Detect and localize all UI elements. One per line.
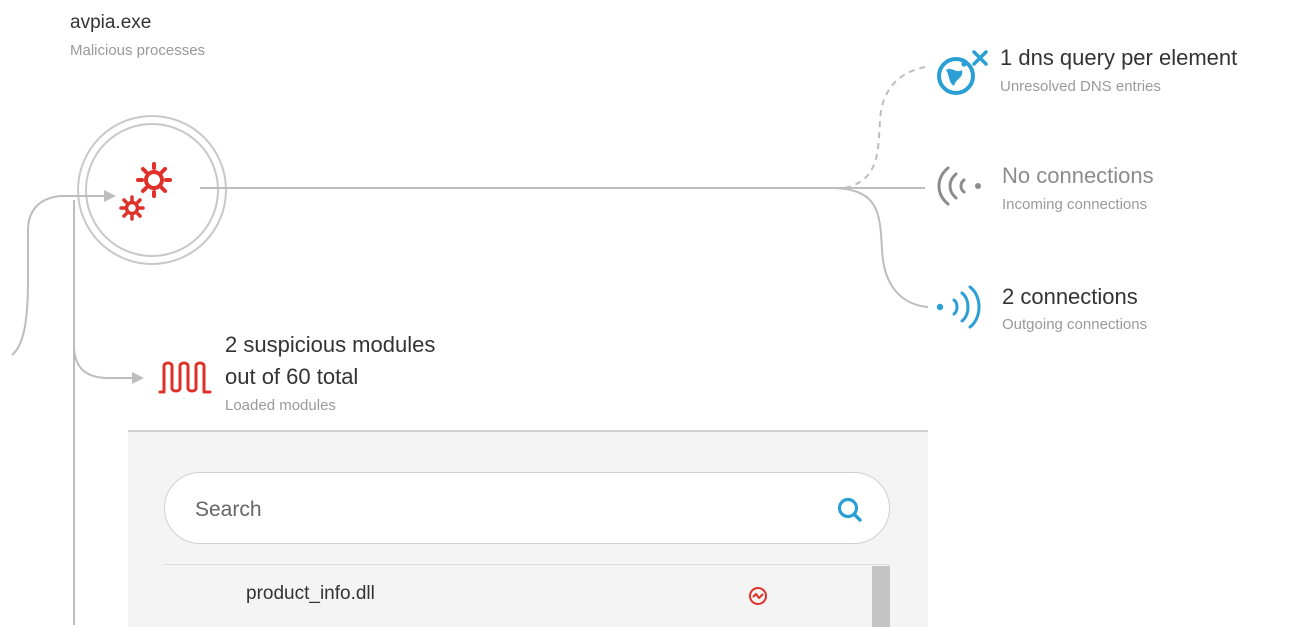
search-box[interactable]: [164, 472, 890, 544]
search-icon[interactable]: [835, 495, 865, 525]
incoming-signal-icon: [937, 166, 981, 206]
gears-icon[interactable]: [112, 158, 184, 230]
module-name: product_info.dll: [246, 583, 375, 604]
modules-panel: product_info.dll: [128, 430, 928, 627]
outgoing-value: 2 connections: [1002, 284, 1138, 309]
modules-label: Loaded modules: [225, 397, 336, 414]
list-divider: [164, 564, 890, 565]
dns-connector-line: [844, 66, 926, 189]
dns-label: Unresolved DNS entries: [1000, 78, 1161, 95]
modules-wave-icon: [158, 361, 212, 394]
dns-value: 1 dns query per element: [1000, 45, 1238, 70]
modules-value-line2: out of 60 total: [225, 364, 359, 389]
outgoing-signal-icon: [936, 285, 981, 329]
list-scrollbar[interactable]: [872, 566, 890, 627]
outgoing-label: Outgoing connections: [1002, 316, 1148, 333]
modules-value-line1: 2 suspicious modules: [225, 332, 436, 357]
parent-connector-line: [11, 195, 104, 356]
process-name: avpia.exe: [70, 12, 152, 33]
incoming-label: Incoming connections: [1002, 196, 1148, 213]
modules-arrow-head: [132, 372, 144, 384]
suspicious-badge-icon: [749, 587, 767, 605]
outgoing-connector-line: [834, 187, 929, 308]
process-category: Malicious processes: [70, 42, 206, 59]
search-input[interactable]: [193, 493, 817, 527]
globe-x-icon: [937, 50, 988, 95]
list-item[interactable]: product_info.dll: [164, 566, 868, 627]
incoming-value: No connections: [1002, 163, 1154, 188]
